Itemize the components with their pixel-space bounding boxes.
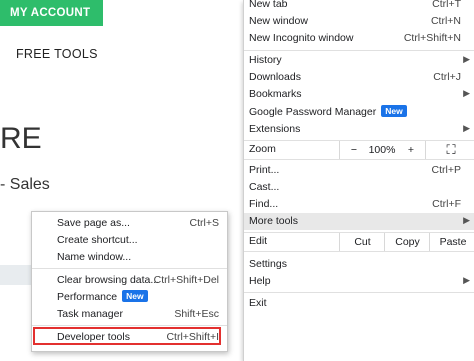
copy-button[interactable]: Copy [384, 233, 430, 251]
menu-item-more-tools[interactable]: More tools ▶ [244, 213, 474, 230]
submenu-item-shortcut: Ctrl+S [189, 217, 219, 229]
menu-item-find[interactable]: Find... Ctrl+F [244, 196, 474, 213]
submenu-item-label: Performance [57, 291, 118, 303]
submenu-item-label: Task manager [57, 308, 123, 320]
submenu-item-shortcut: Ctrl+Shift+Del [153, 274, 219, 286]
submenu-item-task-manager[interactable]: Task manager Shift+Esc [32, 306, 227, 323]
menu-item-new-tab[interactable]: New tab Ctrl+T [244, 0, 474, 13]
menu-item-print[interactable]: Print... Ctrl+P [244, 162, 474, 179]
menu-divider [244, 292, 474, 293]
menu-item-label: Downloads [249, 71, 301, 83]
submenu-item-label: Create shortcut... [57, 234, 138, 246]
submenu-item-clear-browsing-data[interactable]: Clear browsing data... Ctrl+Shift+Del [32, 272, 227, 289]
cut-button[interactable]: Cut [339, 233, 385, 251]
menu-divider [244, 251, 474, 252]
menu-item-label: Print... [249, 164, 280, 176]
submenu-item-performance[interactable]: Performance New [32, 289, 227, 306]
chrome-main-menu: New tab Ctrl+T New window Ctrl+N New Inc… [243, 0, 474, 361]
menu-item-shortcut: Ctrl+J [433, 71, 461, 83]
menu-item-label: Extensions [249, 123, 301, 135]
menu-item-label: Cast... [249, 181, 280, 193]
submenu-item-shortcut: Shift+Esc [174, 308, 219, 320]
paste-button[interactable]: Paste [429, 233, 474, 251]
menu-item-label: New window [249, 15, 308, 27]
menu-item-label: History [249, 54, 282, 66]
submenu-divider [32, 268, 227, 269]
menu-item-exit[interactable]: Exit [244, 295, 474, 312]
page-subheading-fragment: - Sales [0, 176, 50, 193]
chevron-right-icon: ▶ [463, 215, 470, 225]
zoom-out-button[interactable]: − [339, 141, 368, 159]
menu-item-shortcut: Ctrl+F [432, 198, 461, 210]
submenu-item-name-window[interactable]: Name window... [32, 249, 227, 266]
submenu-item-label: Clear browsing data... [57, 274, 160, 286]
menu-item-label: Settings [249, 258, 287, 270]
submenu-divider [32, 325, 227, 326]
menu-item-label: Bookmarks [249, 88, 302, 100]
new-badge: New [122, 290, 148, 302]
page-heading-fragment: RE [0, 122, 42, 155]
chevron-right-icon: ▶ [463, 88, 470, 98]
submenu-item-label: Name window... [57, 251, 132, 263]
zoom-in-button[interactable]: + [397, 141, 425, 159]
chevron-right-icon: ▶ [463, 123, 470, 133]
menu-item-label-group: Google Password Manager New [249, 105, 407, 118]
submenu-item-label: Save page as... [57, 217, 130, 229]
menu-item-label: New Incognito window [249, 32, 354, 44]
menu-item-extensions[interactable]: Extensions ▶ [244, 121, 474, 138]
new-badge: New [381, 105, 407, 117]
menu-item-bookmarks[interactable]: Bookmarks ▶ [244, 86, 474, 103]
menu-item-shortcut: Ctrl+P [431, 164, 461, 176]
menu-item-label: Exit [249, 297, 267, 309]
menu-item-history[interactable]: History ▶ [244, 52, 474, 69]
menu-item-new-incognito[interactable]: New Incognito window Ctrl+Shift+N [244, 30, 474, 47]
zoom-level: 100% [368, 144, 396, 156]
menu-item-settings[interactable]: Settings [244, 256, 474, 273]
menu-item-label: More tools [249, 215, 299, 227]
menu-item-label: Edit [249, 235, 268, 247]
menu-item-label: Zoom [249, 143, 276, 155]
page-band [0, 265, 35, 285]
menu-item-label: Find... [249, 198, 279, 210]
menu-item-label: Google Password Manager [249, 106, 377, 118]
submenu-item-create-shortcut[interactable]: Create shortcut... [32, 232, 227, 249]
chevron-right-icon: ▶ [463, 275, 470, 285]
menu-item-help[interactable]: Help ▶ [244, 273, 474, 290]
menu-item-downloads[interactable]: Downloads Ctrl+J [244, 69, 474, 86]
menu-divider [244, 50, 474, 51]
menu-item-shortcut: Ctrl+Shift+N [403, 32, 461, 44]
menu-item-label: New tab [249, 0, 288, 10]
developer-tools-highlight [33, 327, 221, 345]
menu-item-label: Help [249, 275, 271, 287]
my-account-button[interactable]: MY ACCOUNT [0, 0, 103, 26]
submenu-item-label-group: Performance New [57, 290, 148, 303]
menu-divider [244, 159, 474, 160]
chevron-right-icon: ▶ [463, 54, 470, 64]
menu-item-password-manager[interactable]: Google Password Manager New [244, 104, 474, 121]
free-tools-link[interactable]: FREE TOOLS [16, 47, 98, 61]
menu-item-new-window[interactable]: New window Ctrl+N [244, 13, 474, 30]
menu-item-shortcut: Ctrl+N [430, 15, 461, 27]
menu-item-cast[interactable]: Cast... [244, 179, 474, 196]
fullscreen-icon[interactable]: ⛶ [425, 141, 474, 159]
submenu-item-save-page[interactable]: Save page as... Ctrl+S [32, 215, 227, 232]
menu-item-shortcut: Ctrl+T [432, 0, 461, 10]
